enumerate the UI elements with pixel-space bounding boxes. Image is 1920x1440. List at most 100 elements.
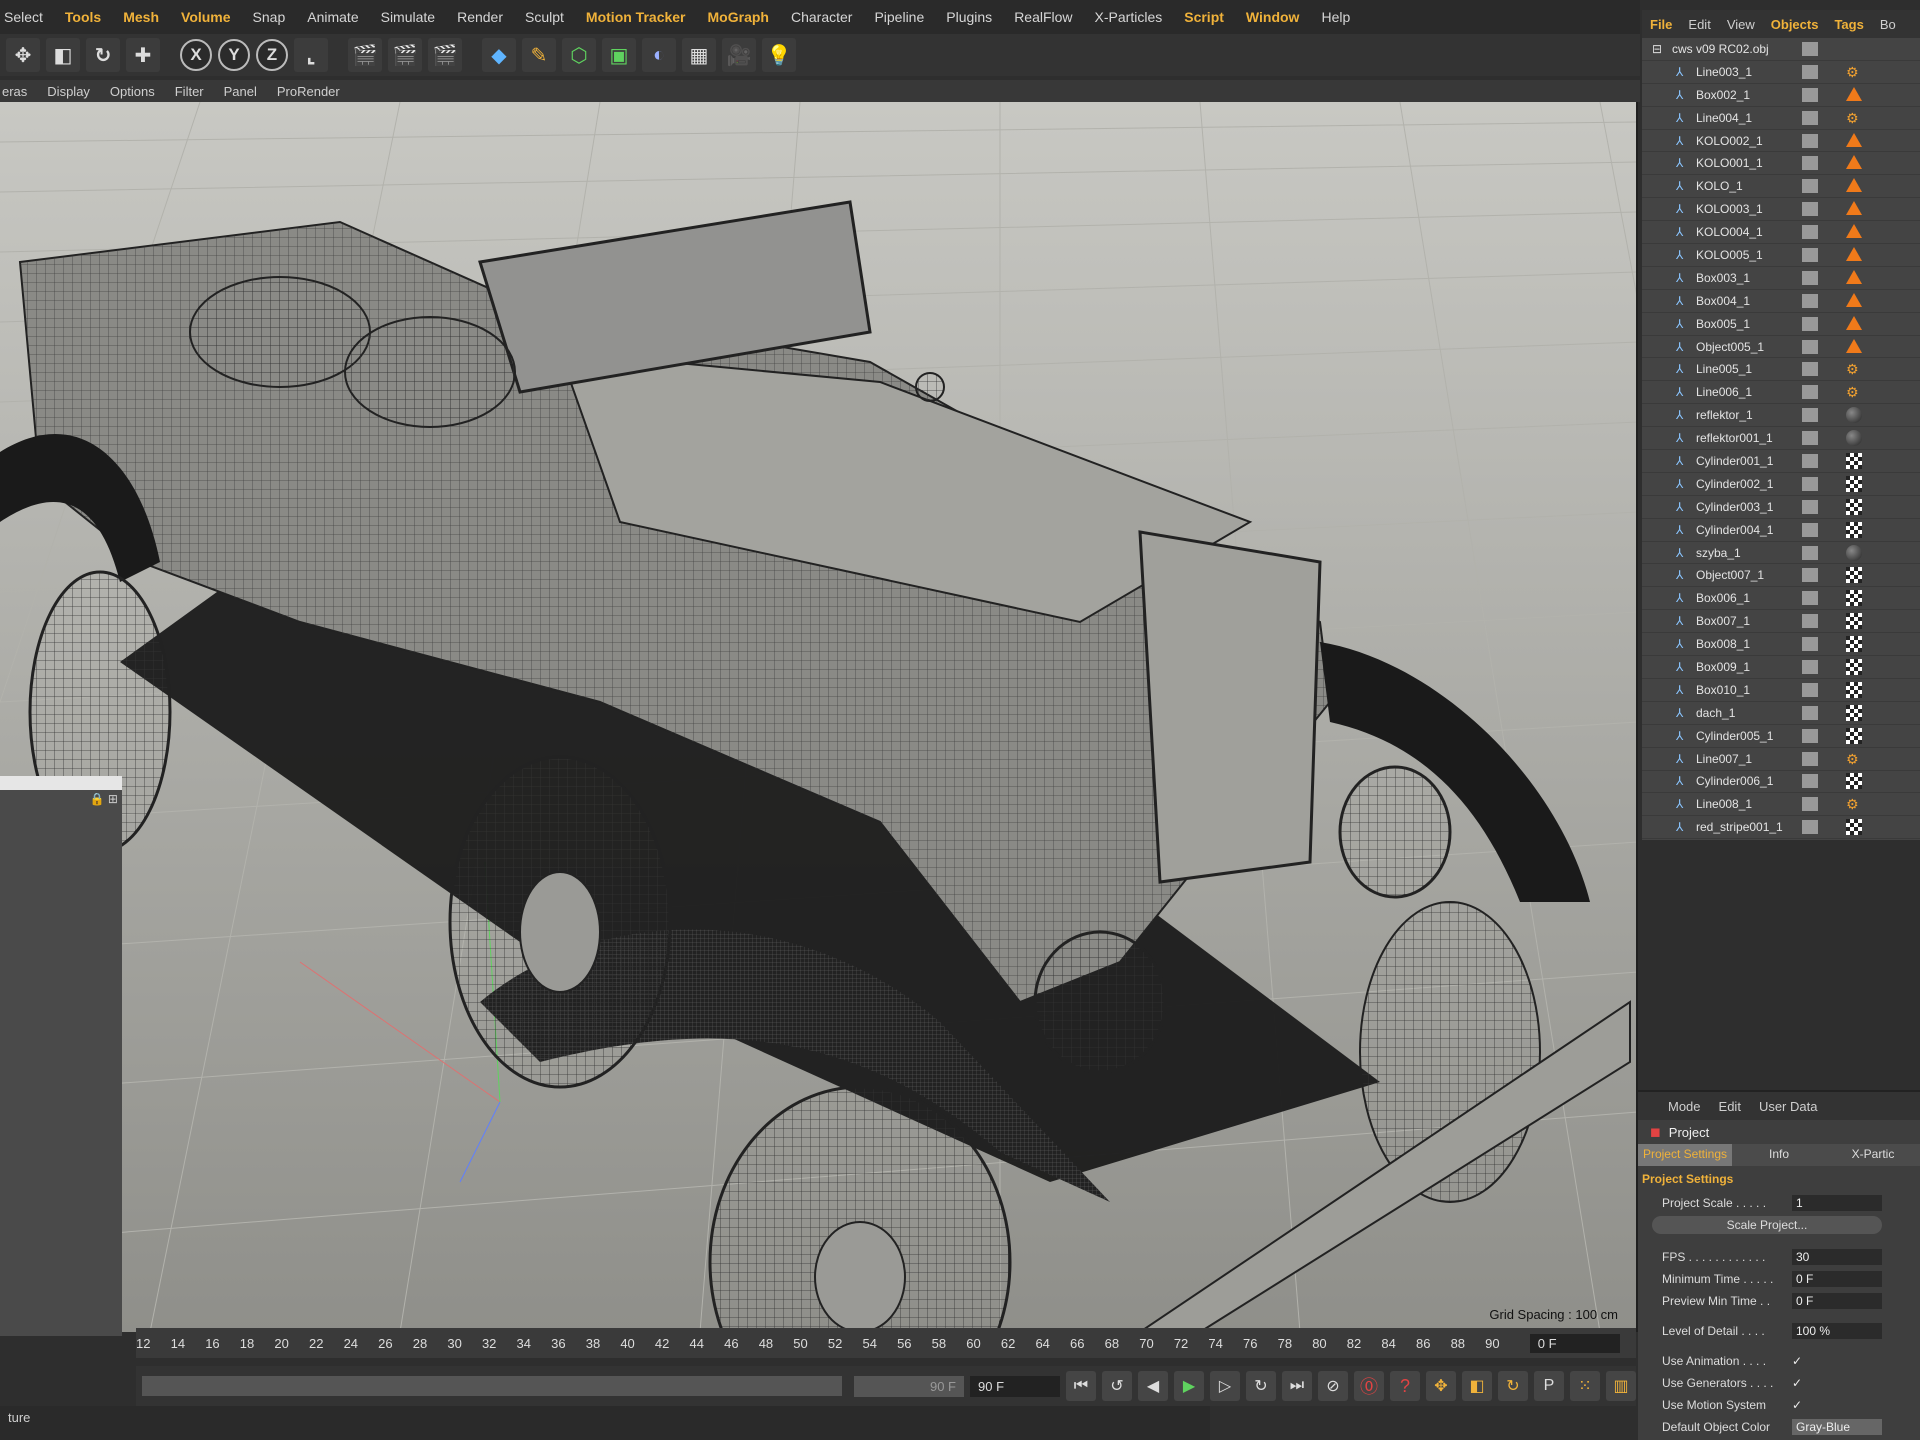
- object-row[interactable]: ⅄ KOLO001_1: [1642, 152, 1920, 176]
- coordinate-system-icon[interactable]: ⌞: [294, 38, 328, 72]
- visibility-toggle-icon[interactable]: [1802, 179, 1818, 194]
- object-row[interactable]: ⅄ Line005_1 ⚙: [1642, 358, 1920, 382]
- view-menu-options[interactable]: Options: [110, 84, 155, 99]
- visibility-toggle-icon[interactable]: [1802, 499, 1818, 514]
- texture-tag-icon[interactable]: [1846, 636, 1866, 653]
- view-menu-display[interactable]: Display: [47, 84, 90, 99]
- visibility-toggle-icon[interactable]: [1802, 476, 1818, 491]
- use-motion-system-checkbox[interactable]: ✓: [1792, 1398, 1802, 1412]
- array-generator-icon[interactable]: ▣: [602, 38, 636, 72]
- preview-end-field[interactable]: 90 F: [854, 1375, 964, 1397]
- render-picture-viewer-icon[interactable]: 🎬: [388, 38, 422, 72]
- texture-tag-icon[interactable]: [1846, 475, 1866, 492]
- y-axis-lock-button[interactable]: Y: [218, 39, 250, 71]
- menu-help[interactable]: Help: [1321, 9, 1350, 25]
- texture-tag-icon[interactable]: [1846, 452, 1866, 469]
- lock-icon[interactable]: 🔒 ⊞: [90, 792, 118, 806]
- use-animation-checkbox[interactable]: ✓: [1792, 1354, 1802, 1368]
- phong-tag-icon[interactable]: [1846, 132, 1866, 149]
- visibility-toggle-icon[interactable]: [1802, 270, 1818, 285]
- object-row[interactable]: ⅄ KOLO005_1: [1642, 244, 1920, 267]
- object-row[interactable]: ⅄ Line007_1 ⚙: [1642, 748, 1920, 771]
- object-row[interactable]: ⅄ KOLO002_1: [1642, 130, 1920, 153]
- visibility-toggle-icon[interactable]: [1802, 774, 1818, 789]
- texture-tag-icon[interactable]: [1846, 658, 1866, 675]
- 3d-viewport[interactable]: Grid Spacing : 100 cm: [0, 102, 1638, 1332]
- menu-realflow[interactable]: RealFlow: [1014, 9, 1072, 25]
- object-row[interactable]: ⅄ KOLO004_1: [1642, 221, 1920, 245]
- spline-tag-icon[interactable]: ⚙: [1846, 110, 1866, 126]
- visibility-toggle-icon[interactable]: [1802, 568, 1818, 583]
- record-disabled-icon[interactable]: ⊘: [1318, 1371, 1348, 1401]
- object-row[interactable]: ⅄ dach_1: [1642, 702, 1920, 725]
- cube-primitive-icon[interactable]: ◆: [482, 38, 516, 72]
- spline-tag-icon[interactable]: ⚙: [1846, 361, 1866, 377]
- object-row[interactable]: ⅄ Cylinder002_1: [1642, 473, 1920, 496]
- menu-simulate[interactable]: Simulate: [381, 9, 435, 25]
- keyframe-rotate-icon[interactable]: ↻: [1498, 1371, 1528, 1401]
- phong-tag-icon[interactable]: [1846, 201, 1866, 217]
- view-menu-filter[interactable]: Filter: [175, 84, 204, 99]
- level-of-detail-input[interactable]: 100 %: [1792, 1323, 1882, 1339]
- menu-select[interactable]: Select: [4, 9, 43, 25]
- object-row[interactable]: ⅄ Object007_1: [1642, 564, 1920, 588]
- attr-menu-edit[interactable]: Edit: [1719, 1099, 1741, 1114]
- menu-animate[interactable]: Animate: [307, 9, 358, 25]
- menu-mesh[interactable]: Mesh: [123, 9, 159, 25]
- object-row[interactable]: ⅄ Box003_1: [1642, 267, 1920, 290]
- visibility-toggle-icon[interactable]: [1802, 522, 1818, 537]
- texture-tag-icon[interactable]: [1846, 498, 1866, 515]
- material-tag-icon[interactable]: [1846, 407, 1866, 424]
- menu-script[interactable]: Script: [1184, 9, 1224, 25]
- render-settings-icon[interactable]: 🎬: [428, 38, 462, 72]
- phong-tag-icon[interactable]: [1846, 338, 1866, 355]
- object-row[interactable]: ⅄ KOLO003_1: [1642, 198, 1920, 222]
- visibility-toggle-icon[interactable]: [1802, 545, 1818, 560]
- menu-motion-tracker[interactable]: Motion Tracker: [586, 9, 686, 25]
- menu-tools[interactable]: Tools: [65, 9, 101, 25]
- visibility-toggle-icon[interactable]: [1802, 247, 1818, 262]
- objmgr-menu-file[interactable]: File: [1650, 17, 1672, 32]
- menu-plugins[interactable]: Plugins: [946, 9, 992, 25]
- object-row[interactable]: ⅄ reflektor001_1: [1642, 427, 1920, 451]
- object-row[interactable]: ⅄ Line003_1 ⚙: [1642, 61, 1920, 84]
- visibility-toggle-icon[interactable]: [1802, 362, 1818, 377]
- texture-tag-icon[interactable]: [1846, 681, 1866, 698]
- view-menu-prorender[interactable]: ProRender: [277, 84, 340, 99]
- menu-character[interactable]: Character: [791, 9, 852, 25]
- visibility-toggle-icon[interactable]: [1802, 591, 1818, 606]
- visibility-toggle-icon[interactable]: [1802, 614, 1818, 629]
- camera-icon[interactable]: 🎥: [722, 38, 756, 72]
- phong-tag-icon[interactable]: [1846, 178, 1866, 194]
- object-row[interactable]: ⅄ reflektor_1: [1642, 404, 1920, 428]
- phong-tag-icon[interactable]: [1846, 315, 1866, 332]
- object-row[interactable]: ⅄ red_stripe001_1: [1642, 816, 1920, 840]
- object-row[interactable]: ⅄ Box008_1: [1642, 633, 1920, 657]
- object-row[interactable]: ⅄ Cylinder003_1: [1642, 496, 1920, 519]
- record-active-keys-icon[interactable]: ⓪: [1354, 1371, 1384, 1401]
- visibility-toggle-icon[interactable]: [1802, 87, 1818, 102]
- autokeying-icon[interactable]: ?: [1390, 1371, 1420, 1401]
- next-key-icon[interactable]: ↻: [1246, 1371, 1276, 1401]
- visibility-toggle-icon[interactable]: [1802, 431, 1818, 446]
- move-tool-icon[interactable]: ✥: [6, 38, 40, 72]
- object-row[interactable]: ⅄ Cylinder001_1: [1642, 450, 1920, 473]
- previous-frame-icon[interactable]: ◀: [1138, 1371, 1168, 1401]
- subdivision-generator-icon[interactable]: ⬡: [562, 38, 596, 72]
- visibility-toggle-icon[interactable]: [1802, 797, 1818, 812]
- spline-tag-icon[interactable]: ⚙: [1846, 64, 1866, 80]
- object-row[interactable]: ⅄ Line006_1 ⚙: [1642, 381, 1920, 405]
- object-row[interactable]: ⅄ Line004_1 ⚙: [1642, 107, 1920, 130]
- object-row[interactable]: ⅄ Cylinder006_1: [1642, 771, 1920, 794]
- x-axis-lock-button[interactable]: X: [180, 39, 212, 71]
- phong-tag-icon[interactable]: [1846, 224, 1866, 240]
- use-generators-checkbox[interactable]: ✓: [1792, 1376, 1802, 1390]
- material-tag-icon[interactable]: [1846, 430, 1866, 447]
- visibility-toggle-icon[interactable]: [1802, 133, 1818, 148]
- play-forward-icon[interactable]: ▶: [1174, 1371, 1204, 1401]
- visibility-toggle-icon[interactable]: [1802, 728, 1818, 743]
- spline-tag-icon[interactable]: ⚙: [1846, 751, 1866, 767]
- visibility-toggle-icon[interactable]: [1802, 751, 1818, 766]
- menu-window[interactable]: Window: [1246, 9, 1300, 25]
- object-row[interactable]: ⅄ KOLO_1: [1642, 175, 1920, 199]
